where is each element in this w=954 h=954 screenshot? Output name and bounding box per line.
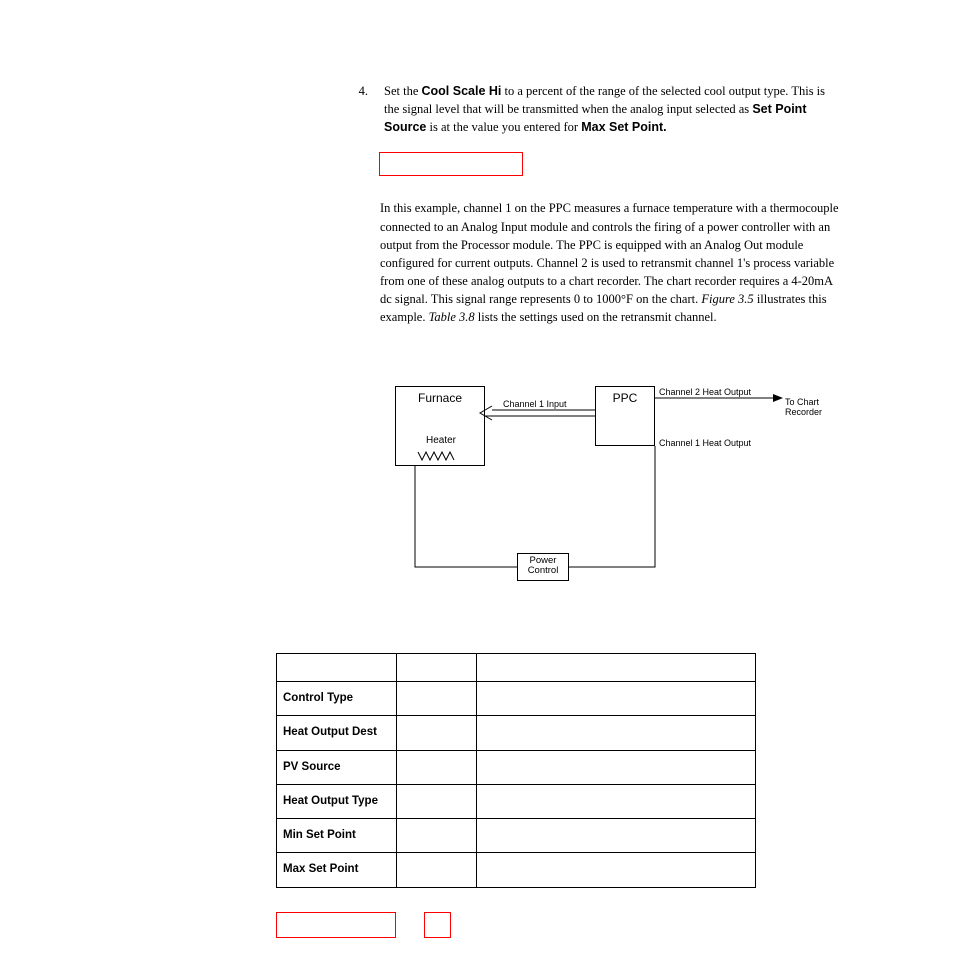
channel2-heat-label: Channel 2 Heat Output bbox=[659, 386, 751, 400]
channel1-input-label: Channel 1 Input bbox=[503, 398, 567, 412]
table-row: Control Type bbox=[277, 682, 756, 716]
table-row: Heat Output Type bbox=[277, 784, 756, 818]
ppc-block: PPC bbox=[595, 386, 655, 446]
settings-table: Control Type Heat Output Dest PV Source … bbox=[276, 653, 756, 888]
red-highlight-box-2 bbox=[276, 912, 396, 938]
table-row: PV Source bbox=[277, 750, 756, 784]
red-highlight-box-3 bbox=[424, 912, 451, 938]
step-text: Set the Cool Scale Hi to a percent of th… bbox=[384, 82, 840, 136]
channel1-heat-path bbox=[395, 446, 695, 586]
to-chart-recorder-label: To Chart Recorder bbox=[785, 398, 822, 418]
table-row: Min Set Point bbox=[277, 819, 756, 853]
list-number: 4. bbox=[356, 82, 380, 136]
red-highlight-box-1 bbox=[379, 152, 523, 176]
channel1-heat-label: Channel 1 Heat Output bbox=[659, 437, 751, 451]
table-header-row bbox=[277, 654, 756, 682]
example-paragraph: In this example, channel 1 on the PPC me… bbox=[380, 199, 840, 326]
table-row: Heat Output Dest bbox=[277, 716, 756, 750]
block-diagram: Furnace Heater PPC Power Control Channel… bbox=[395, 386, 845, 576]
table-row: Max Set Point bbox=[277, 853, 756, 887]
